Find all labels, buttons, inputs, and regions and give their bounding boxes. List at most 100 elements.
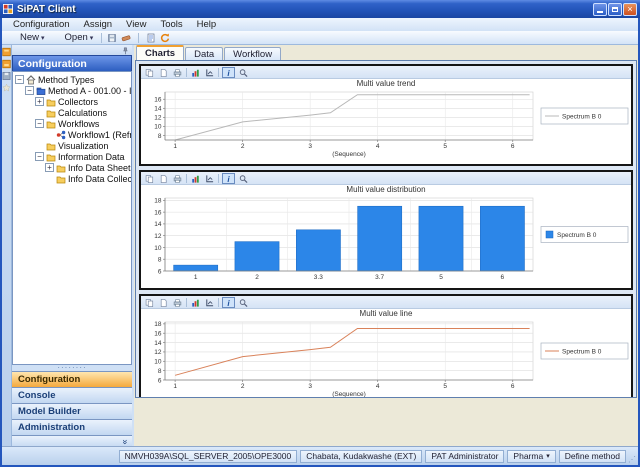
chart-toolbar-button[interactable] <box>238 68 249 77</box>
tree-item-info-data-collectors[interactable]: Info Data Collectors <box>13 173 131 184</box>
close-button[interactable]: × <box>623 3 637 16</box>
svg-text:1: 1 <box>173 143 177 150</box>
axes-icon <box>205 68 214 77</box>
toolbar-separator <box>101 33 102 43</box>
tree-item-info-data-sheets[interactable]: +Info Data Sheets <box>13 162 131 173</box>
chart-toolbar-button[interactable] <box>158 174 169 183</box>
dock-strip <box>2 45 12 448</box>
charts-page: iMulti value trend810121416123456(Sequen… <box>135 60 637 398</box>
tree-item-calculations[interactable]: Calculations <box>13 107 131 118</box>
tree-item-workflow1-refreshbackground[interactable]: Workflow1 (RefreshBackground <box>13 129 131 140</box>
tree-item-method-types[interactable]: −Method Types <box>13 74 131 85</box>
chart-toolbar-button[interactable] <box>144 68 155 77</box>
svg-text:18: 18 <box>154 321 162 328</box>
tree-item-method-a-001-00-in-testing[interactable]: −Method A - 001.00 - In Testing <box>13 85 131 96</box>
svg-text:10: 10 <box>154 245 162 252</box>
nav-button-stack: ConfigurationConsoleModel BuilderAdminis… <box>12 371 132 435</box>
nav-button-console[interactable]: Console <box>12 387 132 403</box>
tree-expander[interactable]: + <box>35 97 44 106</box>
tree-item-collectors[interactable]: +Collectors <box>13 96 131 107</box>
chart-toolbar-button[interactable] <box>238 298 249 307</box>
menu-item-help[interactable]: Help <box>190 18 224 31</box>
shortcut-save-icon[interactable] <box>2 71 11 80</box>
chart-toolbar-button[interactable] <box>204 68 215 77</box>
save-icon[interactable] <box>107 33 117 43</box>
menu-item-assign[interactable]: Assign <box>77 18 120 31</box>
tree-expander[interactable]: − <box>35 119 44 128</box>
chart-toolbar-button[interactable] <box>204 298 215 307</box>
tree-item-visualization[interactable]: Visualization <box>13 140 131 151</box>
print-icon <box>173 174 182 183</box>
chart-toolbar-button[interactable] <box>172 298 183 307</box>
chart-style-icon <box>191 174 200 183</box>
chart-toolbar-separator <box>186 68 187 77</box>
tree-item-label: Visualization <box>58 141 108 151</box>
tree-item-workflows[interactable]: −Workflows <box>13 118 131 129</box>
tree-expander[interactable]: − <box>15 75 24 84</box>
open-button[interactable]: Open ▾ <box>50 32 97 44</box>
tree-item-information-data[interactable]: −Information Data <box>13 151 131 162</box>
copy-icon <box>145 174 154 183</box>
configure-buttons-chevron[interactable]: » <box>120 439 130 444</box>
tab-data[interactable]: Data <box>185 47 223 60</box>
chart-toolbar-button[interactable] <box>204 174 215 183</box>
minimize-button[interactable] <box>593 3 607 16</box>
app-window: SiPAT Client × ConfigurationAssignViewTo… <box>0 0 640 467</box>
nav-button-administration[interactable]: Administration <box>12 419 132 435</box>
open-dropdown-arrow[interactable]: ▾ <box>90 34 94 42</box>
chart-toolbar-button[interactable]: i <box>222 67 235 78</box>
shortcut-folder-2-icon[interactable] <box>2 59 11 68</box>
folder-icon <box>46 152 56 162</box>
chart-toolbar-button[interactable] <box>238 174 249 183</box>
svg-text:Spectrum B 0: Spectrum B 0 <box>562 114 602 121</box>
chart-toolbar-button[interactable] <box>158 68 169 77</box>
pin-icon[interactable] <box>121 46 129 54</box>
new-button[interactable]: New ▾ <box>5 32 48 44</box>
chart-toolbar-button[interactable] <box>190 174 201 183</box>
nav-button-configuration[interactable]: Configuration <box>12 371 132 387</box>
tree-expander[interactable]: − <box>35 152 44 161</box>
svg-text:i: i <box>227 68 230 77</box>
menu-item-tools[interactable]: Tools <box>153 18 189 31</box>
tree-expander[interactable]: + <box>45 163 54 172</box>
chart-toolbar-button[interactable] <box>172 68 183 77</box>
restore-button[interactable] <box>608 3 622 16</box>
svg-text:1: 1 <box>173 383 177 390</box>
menu-item-view[interactable]: View <box>119 18 153 31</box>
new-dropdown-arrow[interactable]: ▾ <box>41 34 45 42</box>
magnifier-icon <box>239 68 248 77</box>
svg-text:(Sequence): (Sequence) <box>332 151 366 158</box>
tree-expander[interactable]: − <box>25 86 34 95</box>
menu-bar: ConfigurationAssignViewToolsHelp <box>2 18 638 31</box>
tab-charts[interactable]: Charts <box>136 45 184 60</box>
menu-item-configuration[interactable]: Configuration <box>6 18 77 31</box>
refresh-icon[interactable] <box>160 33 170 43</box>
nav-button-model-builder[interactable]: Model Builder <box>12 403 132 419</box>
shortcut-folder-icon[interactable] <box>2 47 11 56</box>
status-field-pharma[interactable]: Pharma▾ <box>507 450 555 463</box>
eraser-icon[interactable] <box>121 33 131 43</box>
chart-title: Multi value trend <box>141 79 631 89</box>
status-dropdown-arrow[interactable]: ▾ <box>546 451 550 462</box>
chart-toolbar-button[interactable] <box>144 174 155 183</box>
report-icon[interactable] <box>146 33 156 43</box>
chart-toolbar-separator <box>218 298 219 307</box>
svg-text:10: 10 <box>154 359 162 366</box>
chart-toolbar-button[interactable] <box>144 298 155 307</box>
toolbar-separator <box>138 33 139 43</box>
app-icon <box>3 4 13 14</box>
chart-toolbar-button[interactable]: i <box>222 173 235 184</box>
chart-box-multi-value-distribution: iMulti value distribution681012141618123… <box>139 170 633 290</box>
chart-toolbar-button[interactable]: i <box>222 297 235 308</box>
chart-toolbar-button[interactable] <box>190 68 201 77</box>
svg-text:2: 2 <box>241 143 245 150</box>
tab-workflow[interactable]: Workflow <box>224 47 281 60</box>
svg-text:Spectrum B 0: Spectrum B 0 <box>557 232 597 239</box>
svg-text:6: 6 <box>511 143 515 150</box>
chart-toolbar-button[interactable] <box>158 298 169 307</box>
chart-toolbar-button[interactable] <box>190 298 201 307</box>
title-bar[interactable]: SiPAT Client × <box>0 0 640 18</box>
chart-toolbar-button[interactable] <box>172 174 183 183</box>
shortcut-star-icon[interactable] <box>2 83 11 92</box>
resize-grip[interactable]: ⋰ <box>628 455 637 464</box>
